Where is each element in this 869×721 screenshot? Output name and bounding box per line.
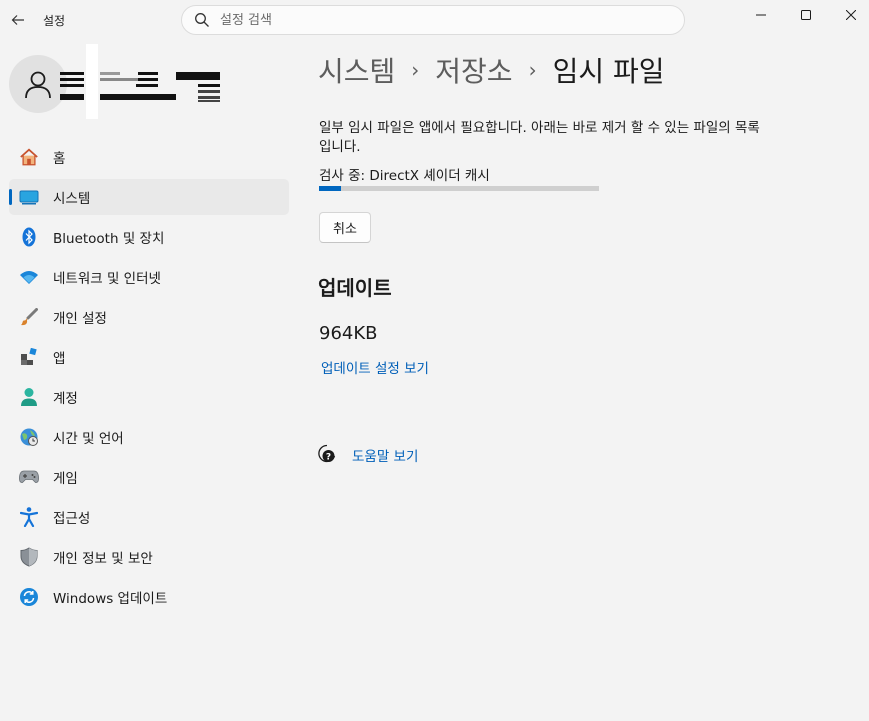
- time-language-icon: [19, 427, 39, 447]
- sidebar-item-apps[interactable]: 앱: [9, 339, 289, 375]
- close-icon: [846, 10, 856, 20]
- search-input[interactable]: [220, 12, 660, 28]
- page-title: 임시 파일: [552, 55, 665, 88]
- description-text: 일부 임시 파일은 앱에서 필요합니다. 아래는 바로 제거 할 수 있는 파일…: [319, 120, 760, 155]
- search-icon: [195, 13, 209, 27]
- sidebar-item-label: 앱: [53, 351, 66, 367]
- sidebar-item-privacy-security[interactable]: 개인 정보 및 보안: [9, 539, 289, 575]
- shield-icon: [19, 547, 39, 567]
- updates-size-value: 964KB: [319, 323, 378, 344]
- sidebar-item-label: Windows 업데이트: [53, 591, 168, 607]
- maximize-icon: [801, 10, 811, 20]
- section-title-updates: 업데이트: [318, 276, 392, 300]
- update-icon: [19, 587, 39, 607]
- sidebar-item-personalization[interactable]: 개인 설정: [9, 299, 289, 335]
- apps-icon: [19, 347, 39, 367]
- sidebar-item-label: 계정: [53, 391, 78, 407]
- app-title: 설정: [43, 14, 66, 28]
- sidebar-item-label: 개인 정보 및 보안: [53, 551, 153, 567]
- scan-progress-fill: [319, 186, 342, 191]
- svg-text:?: ?: [326, 453, 331, 463]
- home-icon: [19, 147, 39, 167]
- sidebar-item-label: Bluetooth 및 장치: [53, 231, 165, 247]
- system-icon: [19, 187, 39, 207]
- wifi-icon: [19, 267, 39, 287]
- help-icon: ?: [318, 444, 336, 463]
- help-link[interactable]: 도움말 보기: [352, 445, 418, 465]
- minimize-icon: [756, 14, 766, 16]
- sidebar-nav: 홈 시스템 Bluetooth 및 장치 네트워크 및 인터넷 개인 설정 앱: [9, 139, 289, 619]
- sidebar-item-accessibility[interactable]: 접근성: [9, 499, 289, 535]
- sidebar-item-home[interactable]: 홈: [9, 139, 289, 175]
- cancel-button[interactable]: 취소: [319, 212, 371, 243]
- sidebar-item-bluetooth[interactable]: Bluetooth 및 장치: [9, 219, 289, 255]
- sidebar-item-label: 개인 설정: [53, 311, 107, 327]
- close-button[interactable]: [828, 0, 869, 30]
- sidebar-item-label: 시간 및 언어: [53, 431, 124, 447]
- back-button[interactable]: [8, 10, 28, 30]
- breadcrumb-storage[interactable]: 저장소: [435, 50, 512, 90]
- maximize-button[interactable]: [783, 0, 829, 30]
- sidebar-item-label: 홈: [53, 151, 66, 167]
- title-bar: 설정: [0, 0, 869, 40]
- brush-icon: [19, 307, 39, 327]
- sidebar-item-network[interactable]: 네트워크 및 인터넷: [9, 259, 289, 295]
- sidebar-item-label: 시스템: [53, 191, 91, 207]
- profile-redacted-info: [58, 44, 223, 119]
- sidebar-item-accounts[interactable]: 계정: [9, 379, 289, 415]
- search-box[interactable]: [181, 5, 685, 35]
- sidebar-item-windows-update[interactable]: Windows 업데이트: [9, 579, 289, 615]
- chevron-right-icon: ›: [411, 58, 420, 82]
- update-settings-link[interactable]: 업데이트 설정 보기: [321, 357, 429, 377]
- sidebar-item-gaming[interactable]: 게임: [9, 459, 289, 495]
- chevron-right-icon: ›: [528, 58, 537, 82]
- sidebar-item-system[interactable]: 시스템: [9, 179, 289, 215]
- sidebar-item-label: 네트워크 및 인터넷: [53, 271, 161, 287]
- scan-progress-bar: [319, 186, 599, 191]
- breadcrumb: 시스템 › 저장소 › 임시 파일: [318, 50, 665, 90]
- minimize-button[interactable]: [738, 0, 784, 30]
- account-icon: [19, 387, 39, 407]
- sidebar-item-label: 접근성: [53, 511, 91, 527]
- scan-status-text: 검사 중: DirectX 셰이더 캐시: [319, 168, 490, 184]
- back-arrow-icon: [11, 15, 24, 25]
- gamepad-icon: [19, 467, 39, 487]
- sidebar-item-label: 게임: [53, 471, 78, 487]
- bluetooth-icon: [19, 227, 39, 247]
- breadcrumb-system[interactable]: 시스템: [318, 50, 395, 90]
- sidebar-item-time-language[interactable]: 시간 및 언어: [9, 419, 289, 455]
- person-icon: [25, 71, 51, 99]
- accessibility-icon: [19, 507, 39, 527]
